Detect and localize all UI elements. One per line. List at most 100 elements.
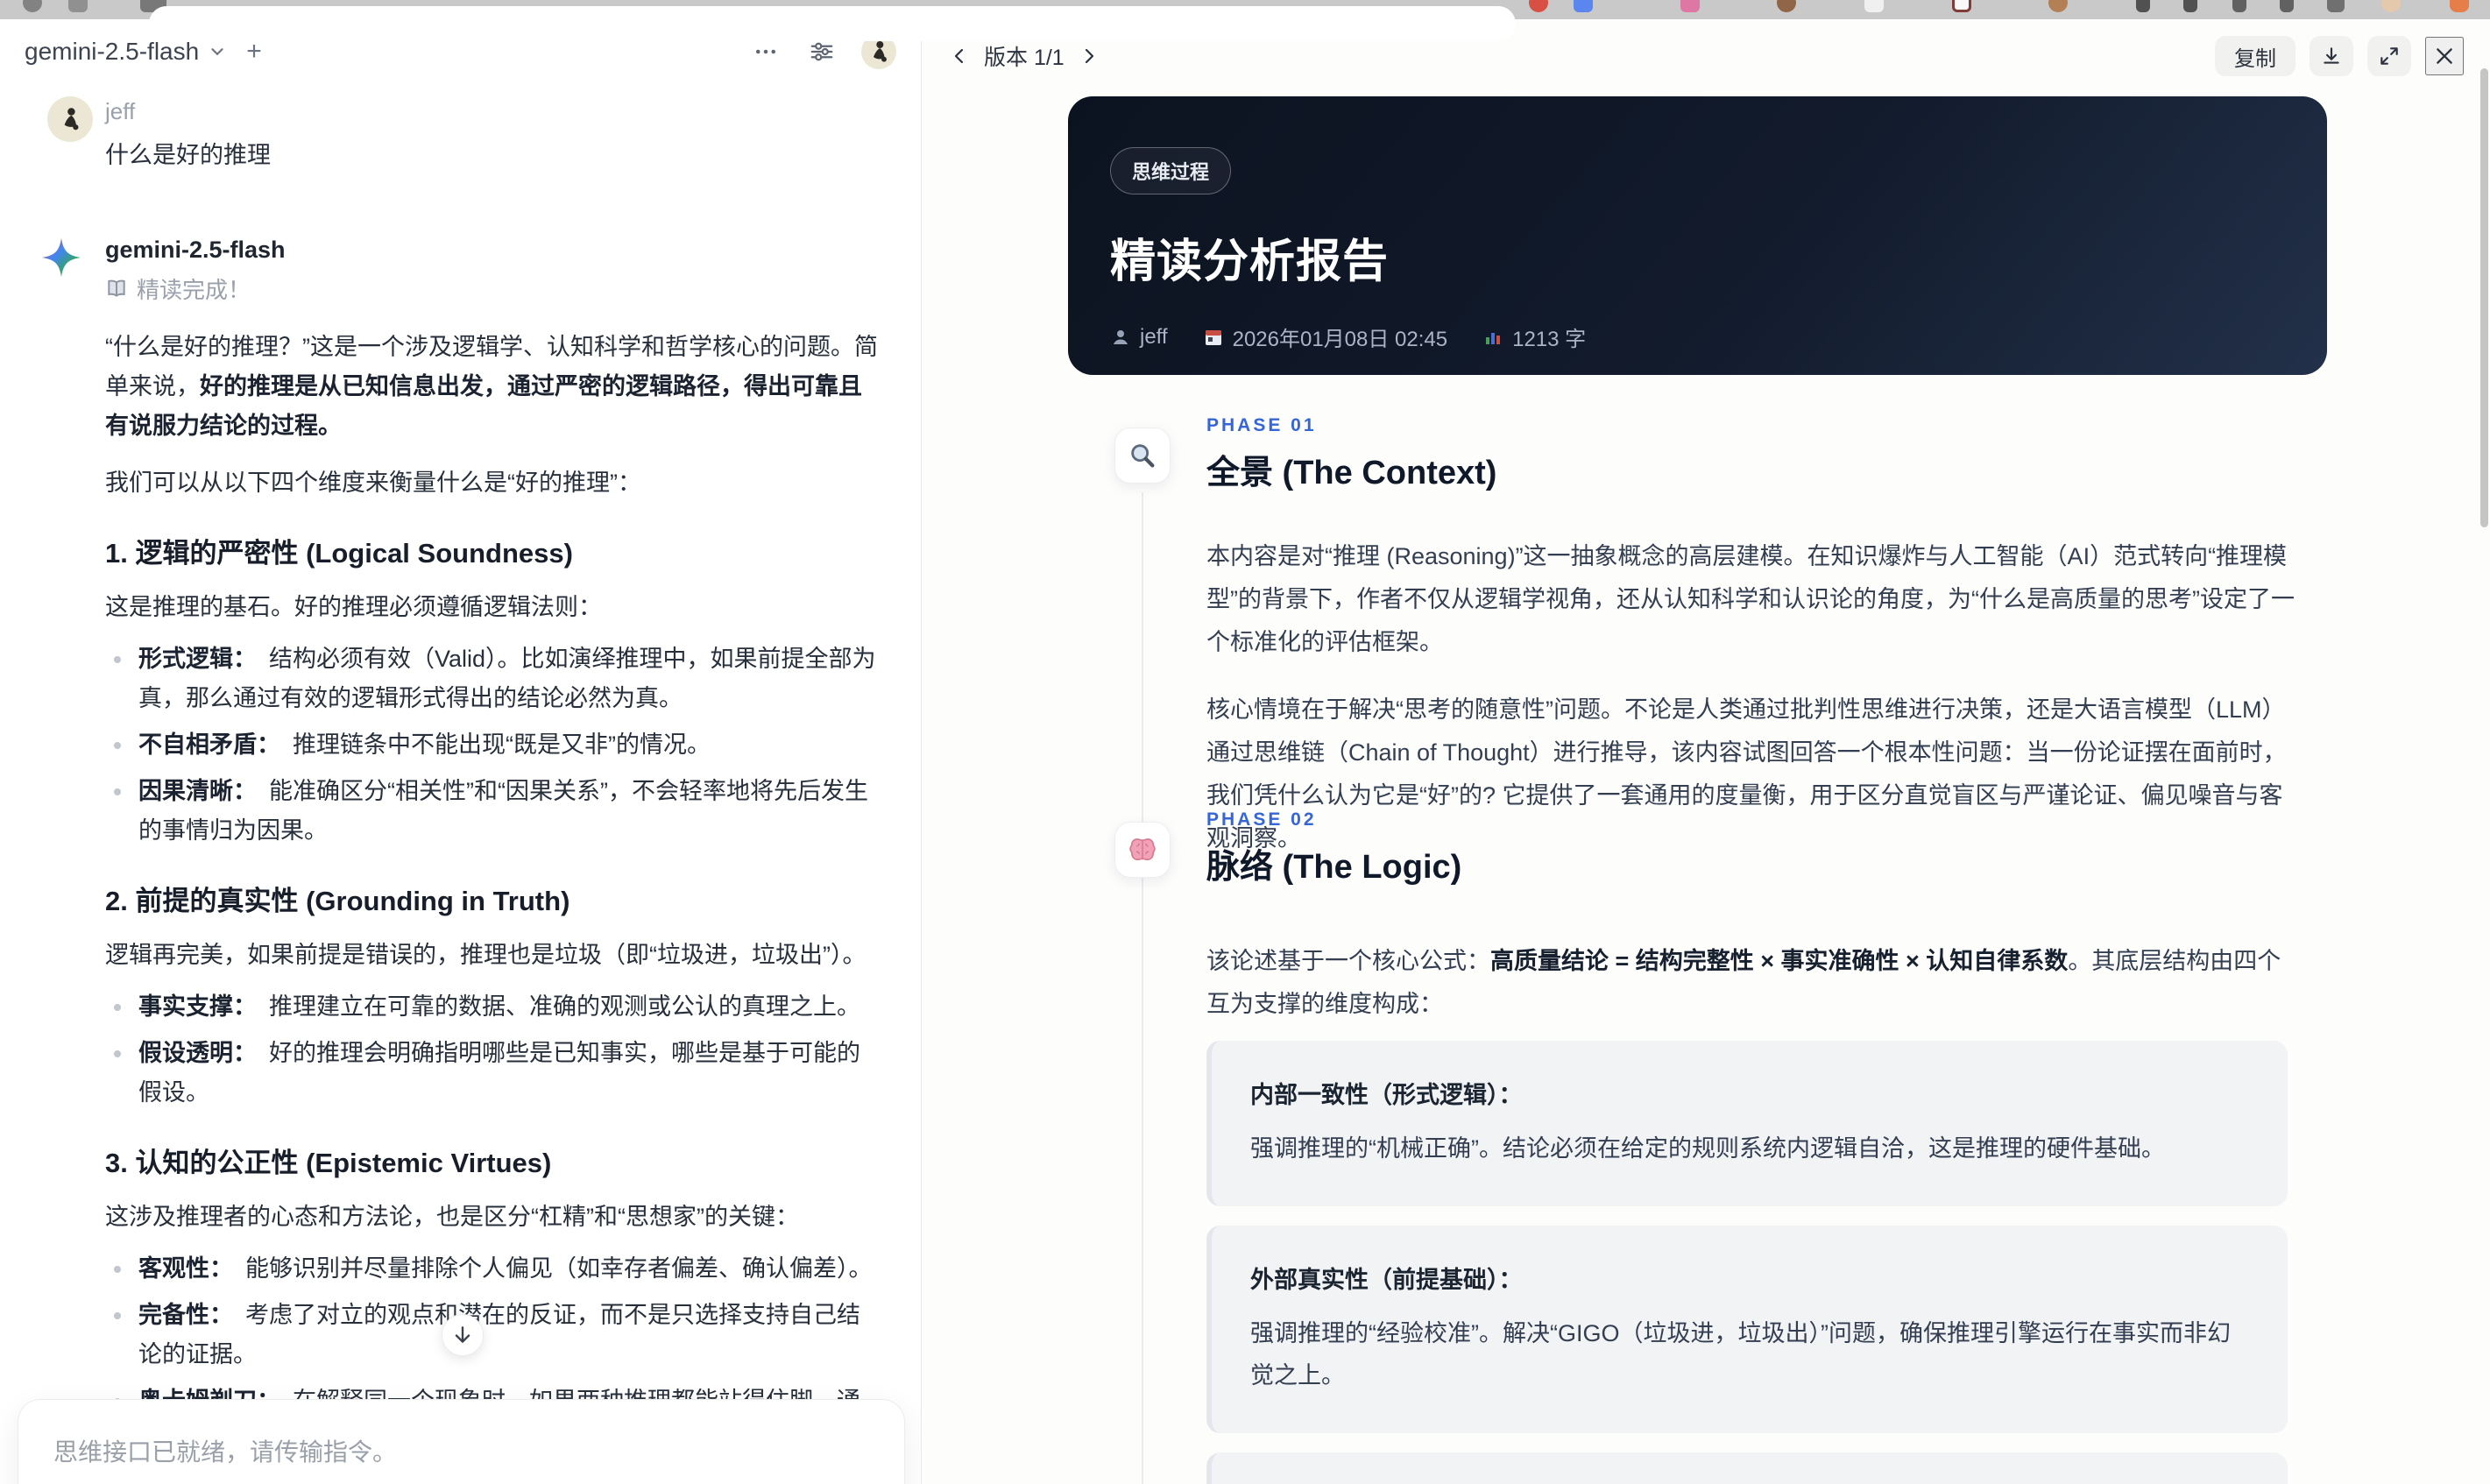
ext-icon-glasses[interactable] [2327,0,2345,12]
close-button[interactable] [2425,37,2464,75]
app-window: gemini-2.5-flash + jeff 什么是好的推理 gemini-2… [0,19,2490,1484]
chevron-down-icon [208,42,227,61]
list-item: 不自相矛盾： 推理链条中不能出现“既是又非”的情况。 [105,725,883,765]
assistant-status-text: 精读完成！ [137,277,251,303]
report-date: 2026年01月08日 02:45 [1203,322,1447,352]
timeline-rail [1142,492,1143,1484]
phase-1-label: PHASE 01 [1206,415,1317,435]
artifact-panel: 版本 1/1 复制 思维过程 精读分析报告 jeff 2026年01月08日 0… [923,19,2490,1484]
browser-icon[interactable] [23,0,42,12]
dimensions-intro: 我们可以从以下四个维度来衡量什么是“好的推理”： [105,470,641,496]
list-item: 事实支撑： 推理建立在可靠的数据、准确的观测或公认的真理之上。 [105,987,883,1027]
ext-icon-orange[interactable] [2450,0,2469,12]
ext-icon-brown[interactable] [1777,0,1796,12]
browser-grid-icon[interactable] [68,0,88,12]
model-title: gemini-2.5-flash [25,38,200,65]
magnifier-icon [1114,428,1171,484]
section-heading-2: 2. 前提的真实性 (Grounding in Truth) [105,886,570,916]
user-name: jeff [105,98,136,124]
phase-1-paragraph-1: 本内容是对“推理 (Reasoning)”这一抽象概念的高层建模。在知识爆炸与人… [1206,543,2295,655]
profile-avatar-icon[interactable] [2381,0,2401,12]
phase-2-title: 脉络 (The Logic) [1206,849,1462,886]
phase-2-section: PHASE 02 脉络 (The Logic) 该论述基于一个核心公式：高质量结… [1206,809,2302,1026]
phase-1-section: PHASE 01 全景 (The Context) 本内容是对“推理 (Reas… [1206,415,2302,860]
card-body: 强调推理的“经验校准”。解决“GIGO（垃圾进，垃圾出）”问题，确保推理引擎运行… [1250,1320,2231,1389]
scroll-to-bottom-button[interactable] [442,1314,484,1356]
tune-icon[interactable] [809,39,835,65]
version-label: 版本 1/1 [984,46,1065,70]
report-author: jeff [1110,325,1168,350]
phase-1-title: 全景 (The Context) [1206,455,1497,491]
book-icon [105,278,128,300]
ext-icon-tan[interactable] [2048,0,2068,12]
section-intro-2: 逻辑再完美，如果前提是错误的，推理也是垃圾（即“垃圾进，垃圾出”）。 [105,942,867,968]
list-item: 客观性： 能够识别并尽量排除个人偏见（如幸存者偏差、确认偏差）。 [105,1249,883,1289]
browser-url-bar[interactable] [149,6,1516,41]
logic-card-internal-consistency: 内部一致性（形式逻辑）： 强调推理的“机械正确”。结论必须在给定的规则系统内逻辑… [1206,1041,2288,1206]
assistant-markdown: “什么是好的推理？”这是一个涉及逻辑学、认知科学和哲学核心的问题。简单来说，好的… [105,328,883,1484]
version-nav: 版本 1/1 [949,40,1100,72]
chat-panel: gemini-2.5-flash + jeff 什么是好的推理 gemini-2… [0,19,922,1484]
more-options-icon[interactable] [753,39,779,65]
section-heading-1: 1. 逻辑的严密性 (Logical Soundness) [105,538,573,569]
browser-chrome [0,0,2490,41]
gemini-logo-icon [39,235,84,280]
ext-icon-red[interactable] [1529,0,1548,12]
ext-icon-dark3[interactable] [2232,0,2246,12]
assistant-name: gemini-2.5-flash [105,237,286,263]
section-list-2: 事实支撑： 推理建立在可靠的数据、准确的观测或公认的真理之上。 假设透明： 好的推理… [105,987,883,1113]
bar-chart-icon [1482,327,1503,348]
calendar-icon [1203,327,1224,348]
assistant-status: 精读完成！ [105,272,883,305]
ext-icon-white[interactable] [1864,0,1884,12]
report-title: 精读分析报告 [1110,237,1390,287]
ext-icon-dark2[interactable] [2183,0,2197,12]
ext-icon-dark1[interactable] [2136,0,2150,12]
ext-icon-dark4[interactable] [2280,0,2294,12]
ext-icon-blue[interactable] [1574,0,1593,12]
ext-icon-maroon[interactable] [1952,0,1971,12]
brain-icon [1114,822,1171,878]
list-item: 完备性： 考虑了对立的观点和潜在的反证，而不是只选择支持自己结论的证据。 [105,1296,883,1374]
person-icon [1110,327,1131,348]
composer-input[interactable]: 思维接口已就绪，请传输指令。 [53,1433,869,1468]
version-next-button[interactable] [1079,46,1100,67]
user-avatar [47,96,93,142]
composer: 思维接口已就绪，请传输指令。 [18,1399,905,1484]
copy-button[interactable]: 复制 [2215,36,2295,76]
report-badge: 思维过程 [1110,147,1232,194]
screen: gemini-2.5-flash + jeff 什么是好的推理 gemini-2… [0,0,2490,1484]
card-title: 内部一致性（形式逻辑）： [1250,1082,1523,1108]
card-body: 强调推理的“机械正确”。结论必须在给定的规则系统内逻辑自洽，这是推理的硬件基础。 [1250,1135,2165,1162]
report-meta: jeff 2026年01月08日 02:45 1213 字 [1110,322,2287,352]
arrow-down-icon [451,1324,474,1346]
card-title: 外部真实性（前提基础）： [1250,1267,1523,1293]
section-list-1: 形式逻辑： 结构必须有效（Valid）。比如演绎推理中，如果前提全部为真，那么通过… [105,640,883,851]
logic-cards: 内部一致性（形式逻辑）： 强调推理的“机械正确”。结论必须在给定的规则系统内逻辑… [1206,1041,2288,1484]
ext-icon-pink[interactable] [1680,0,1700,12]
report-hero-card: 思维过程 精读分析报告 jeff 2026年01月08日 02:45 1213 … [1068,96,2327,375]
user-message-text: 什么是好的推理 [105,142,271,168]
phase-2-label: PHASE 02 [1206,809,1317,830]
section-intro-1: 这是推理的基石。好的推理必须遵循逻辑法则： [105,594,602,620]
version-prev-button[interactable] [949,46,970,67]
list-item: 假设透明： 好的推理会明确指明哪些是已知事实，哪些是基于可能的假设。 [105,1034,883,1113]
phase-2-intro: 该论述基于一个核心公式：高质量结论 = 结构完整性 × 事实准确性 × 认知自律… [1206,948,2281,1017]
expand-button[interactable] [2367,36,2411,76]
document-scroll-area[interactable]: 思维过程 精读分析报告 jeff 2026年01月08日 02:45 1213 … [923,93,2490,1484]
user-message: jeff 什么是好的推理 [47,95,883,175]
list-item: 形式逻辑： 结构必须有效（Valid）。比如演绎推理中，如果前提全部为真，那么通过… [105,640,883,718]
new-chat-button[interactable]: + [246,37,262,67]
download-button[interactable] [2310,36,2353,76]
assistant-message: gemini-2.5-flash 精读完成！ “什么是好的推理？”这是一个涉及逻… [41,233,883,1484]
lead-paragraph: “什么是好的推理？”这是一个涉及逻辑学、认知科学和哲学核心的问题。简单来说，好的… [105,334,878,439]
chat-scroll-area[interactable]: jeff 什么是好的推理 gemini-2.5-flash 精读完成！ “什么是… [0,84,921,1484]
report-word-count: 1213 字 [1482,322,1586,352]
list-item: 因果清晰： 能准确区分“相关性”和“因果关系”，不会轻率地将先后发生的事情归为因果… [105,772,883,851]
section-heading-3: 3. 认知的公正性 (Epistemic Virtues) [105,1148,552,1178]
scrollbar-thumb[interactable] [2480,68,2488,527]
logic-card-agent-ethics: 主体伦理（认识美德）： 转向推理者的心理特征。引入奥卡姆剃刀和反向论证，旨在克服… [1206,1452,2288,1484]
model-selector[interactable]: gemini-2.5-flash [25,38,227,66]
section-intro-3: 这涉及推理者的心态和方法论，也是区分“杠精”和“思想家”的关键： [105,1204,799,1230]
logic-card-external-truth: 外部真实性（前提基础）： 强调推理的“经验校准”。解决“GIGO（垃圾进，垃圾出… [1206,1226,2288,1433]
